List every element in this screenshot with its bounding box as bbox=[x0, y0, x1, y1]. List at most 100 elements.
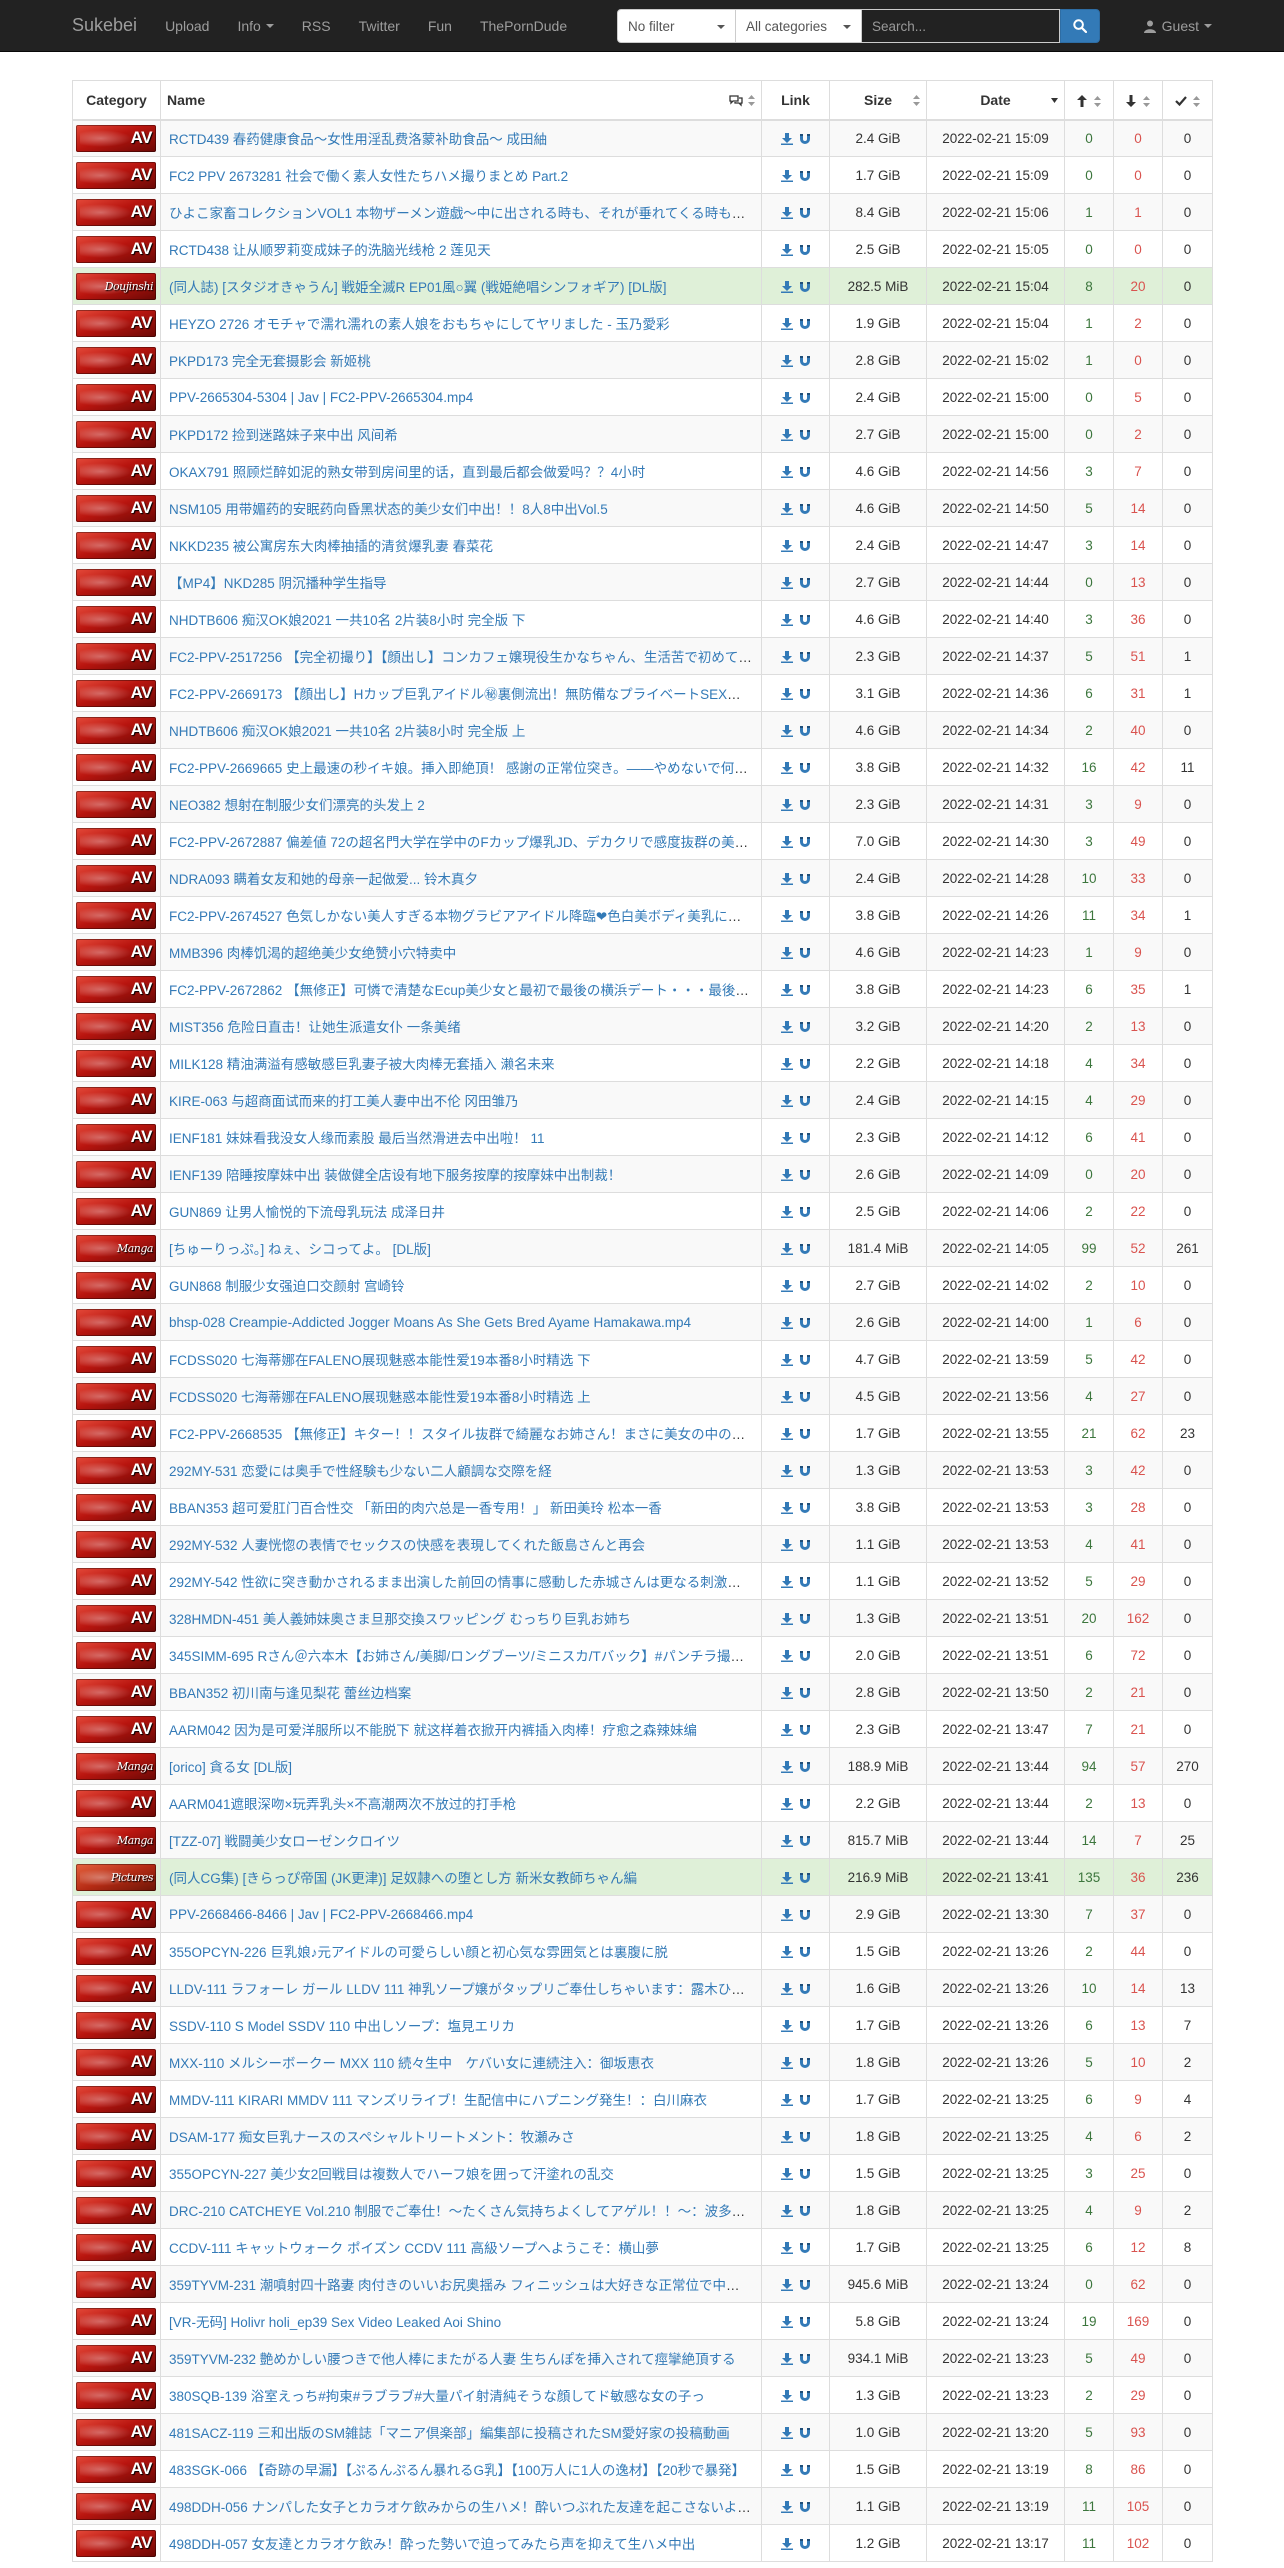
category-cell[interactable]: AV bbox=[72, 304, 161, 342]
download-icon[interactable] bbox=[780, 1797, 793, 1810]
category-cell[interactable]: AV bbox=[72, 193, 161, 231]
category-cell[interactable]: AV bbox=[72, 2302, 161, 2340]
download-icon[interactable] bbox=[780, 2500, 793, 2513]
download-icon[interactable] bbox=[780, 2537, 793, 2550]
category-badge[interactable]: AV bbox=[76, 1604, 156, 1632]
torrent-title-link[interactable]: bhsp-028 Creampie-Addicted Jogger Moans … bbox=[169, 1315, 691, 1330]
magnet-icon[interactable] bbox=[799, 1280, 811, 1292]
torrent-title-link[interactable]: [ちゅーりっぷ。] ねぇ、シコってよ。 [DL版] bbox=[169, 1242, 431, 1257]
category-cell[interactable]: AV bbox=[72, 1525, 161, 1563]
torrent-title-link[interactable]: PKPD173 完全无套摄影会 新姬桃 bbox=[169, 354, 371, 369]
magnet-icon[interactable] bbox=[799, 2205, 811, 2217]
magnet-icon[interactable] bbox=[799, 1058, 811, 1070]
category-badge[interactable]: AV bbox=[76, 1937, 156, 1965]
torrent-title-link[interactable]: [TZZ-07] 戦闘美少女ローゼンクロイツ bbox=[169, 1834, 400, 1849]
torrent-title-link[interactable]: FCDSS020 七海蒂娜在FALENO展现魅惑本能性爱19本番8小时精选 下 bbox=[169, 1353, 591, 1368]
torrent-title-link[interactable]: (同人誌) [スタジオきゃうん] 戦姫全滅R EP01風○翼 (戦姫絶唱シンフォ… bbox=[169, 280, 667, 295]
torrent-title-link[interactable]: NHDTB606 痴汉OK娘2021 一共10名 2片装8小时 完全版 上 bbox=[169, 724, 525, 739]
torrent-title-link[interactable]: SSDV-110 S Model SSDV 110 中出しソープ：塩見エリカ bbox=[169, 2019, 515, 2034]
category-badge[interactable]: AV bbox=[76, 457, 156, 485]
download-icon[interactable] bbox=[780, 1242, 793, 1255]
download-icon[interactable] bbox=[780, 687, 793, 700]
category-cell[interactable]: AV bbox=[72, 1414, 161, 1452]
magnet-icon[interactable] bbox=[799, 281, 811, 293]
torrent-title-link[interactable]: NKKD235 被公寓房东大肉棒抽插的清贫爆乳妻 春菜花 bbox=[169, 539, 493, 554]
category-badge[interactable]: AV bbox=[76, 235, 156, 263]
category-cell[interactable]: AV bbox=[72, 711, 161, 749]
category-badge[interactable]: AV bbox=[76, 383, 156, 411]
torrent-title-link[interactable]: RCTD439 春药健康食品～女性用淫乱费洛蒙补助食品～ 成田紬 bbox=[169, 132, 547, 147]
magnet-icon[interactable] bbox=[799, 2427, 811, 2439]
torrent-title-link[interactable]: FC2-PPV-2674527 色気しかない美人すぎる本物グラビアアイドル降臨❤… bbox=[169, 909, 761, 924]
magnet-icon[interactable] bbox=[799, 1983, 811, 1995]
torrent-title-link[interactable]: 292MY-542 性欲に突き動かされるまま出演した前回の情事に感動した赤城さん… bbox=[169, 1575, 761, 1590]
col-seeders[interactable] bbox=[1064, 80, 1114, 121]
torrent-title-link[interactable]: CCDV-111 キャットウォーク ポイズン CCDV 111 高級ソープへよう… bbox=[169, 2241, 659, 2256]
magnet-icon[interactable] bbox=[799, 1317, 811, 1329]
category-cell[interactable]: AV bbox=[72, 2117, 161, 2155]
download-icon[interactable] bbox=[780, 835, 793, 848]
magnet-icon[interactable] bbox=[799, 1243, 811, 1255]
category-cell[interactable]: AV bbox=[72, 822, 161, 860]
brand-logo[interactable]: Sukebei bbox=[72, 15, 137, 36]
category-cell[interactable]: AV bbox=[72, 785, 161, 823]
download-icon[interactable] bbox=[780, 576, 793, 589]
category-cell[interactable]: AV bbox=[72, 563, 161, 601]
category-cell[interactable]: AV bbox=[72, 2376, 161, 2414]
category-cell[interactable]: AV bbox=[72, 526, 161, 564]
category-cell[interactable]: AV bbox=[72, 1118, 161, 1156]
category-cell[interactable]: AV bbox=[72, 1969, 161, 2007]
torrent-title-link[interactable]: AARM041遮眼深吻×玩弄乳头×不高潮两次不放过的打手枪 bbox=[169, 1797, 516, 1812]
category-badge[interactable]: AV bbox=[76, 1271, 156, 1299]
download-icon[interactable] bbox=[780, 1945, 793, 1958]
download-icon[interactable] bbox=[780, 1649, 793, 1662]
magnet-icon[interactable] bbox=[799, 2020, 811, 2032]
download-icon[interactable] bbox=[780, 2167, 793, 2180]
category-cell[interactable]: AV bbox=[72, 2413, 161, 2451]
torrent-title-link[interactable]: DRC-210 CATCHEYE Vol.210 制服でご奉仕！～たくさん気持ち… bbox=[169, 2204, 761, 2219]
category-cell[interactable]: AV bbox=[72, 2006, 161, 2044]
download-icon[interactable] bbox=[780, 1760, 793, 1773]
category-badge[interactable]: AV bbox=[76, 161, 156, 189]
magnet-icon[interactable] bbox=[799, 725, 811, 737]
category-badge[interactable]: AV bbox=[76, 2085, 156, 2113]
download-icon[interactable] bbox=[780, 133, 793, 146]
magnet-icon[interactable] bbox=[799, 466, 811, 478]
download-icon[interactable] bbox=[780, 2056, 793, 2069]
category-badge[interactable]: AV bbox=[76, 531, 156, 559]
torrent-title-link[interactable]: MILK128 精油满溢有感敏感巨乳妻子被大肉棒无套插入 濑名未来 bbox=[169, 1057, 555, 1072]
download-icon[interactable] bbox=[780, 502, 793, 515]
download-icon[interactable] bbox=[780, 2241, 793, 2254]
torrent-title-link[interactable]: GUN869 让男人愉悦的下流母乳玩法 成泽日井 bbox=[169, 1205, 445, 1220]
download-icon[interactable] bbox=[780, 2315, 793, 2328]
category-cell[interactable]: AV bbox=[72, 378, 161, 416]
category-badge[interactable]: AV bbox=[76, 2196, 156, 2224]
download-icon[interactable] bbox=[780, 169, 793, 182]
magnet-icon[interactable] bbox=[799, 1428, 811, 1440]
magnet-icon[interactable] bbox=[799, 1206, 811, 1218]
category-badge[interactable]: AV bbox=[76, 198, 156, 226]
download-icon[interactable] bbox=[780, 1538, 793, 1551]
download-icon[interactable] bbox=[780, 1908, 793, 1921]
category-cell[interactable]: AV bbox=[72, 230, 161, 268]
download-icon[interactable] bbox=[780, 798, 793, 811]
torrent-title-link[interactable]: [VR-无码] Holivr holi_ep39 Sex Video Leake… bbox=[169, 2315, 501, 2330]
torrent-title-link[interactable]: FCDSS020 七海蒂娜在FALENO展现魅惑本能性爱19本番8小时精选 上 bbox=[169, 1390, 591, 1405]
magnet-icon[interactable] bbox=[799, 2094, 811, 2106]
magnet-icon[interactable] bbox=[799, 1539, 811, 1551]
magnet-icon[interactable] bbox=[799, 873, 811, 885]
torrent-title-link[interactable]: FC2-PPV-2668535 【無修正】キター！！スタイル抜群で綺麗なお姉さん… bbox=[169, 1427, 761, 1442]
magnet-icon[interactable] bbox=[799, 762, 811, 774]
category-badge[interactable]: Manga bbox=[76, 1752, 156, 1780]
category-cell[interactable]: AV bbox=[72, 1673, 161, 1711]
torrent-title-link[interactable]: 483SGK-066 【奇跡の早漏】【ぷるんぷるん暴れるG乳】【100万人に1人… bbox=[169, 2463, 745, 2478]
torrent-title-link[interactable]: MIST356 危险日直击！让她生派遣女仆 一条美绪 bbox=[169, 1020, 461, 1035]
category-badge[interactable]: AV bbox=[76, 1049, 156, 1077]
torrent-title-link[interactable]: PPV-2668466-8466 | Jav | FC2-PPV-2668466… bbox=[169, 1907, 473, 1922]
magnet-icon[interactable] bbox=[799, 1798, 811, 1810]
category-badge[interactable]: AV bbox=[76, 1012, 156, 1040]
magnet-icon[interactable] bbox=[799, 2464, 811, 2476]
category-badge[interactable]: AV bbox=[76, 864, 156, 892]
magnet-icon[interactable] bbox=[799, 1872, 811, 1884]
magnet-icon[interactable] bbox=[799, 984, 811, 996]
